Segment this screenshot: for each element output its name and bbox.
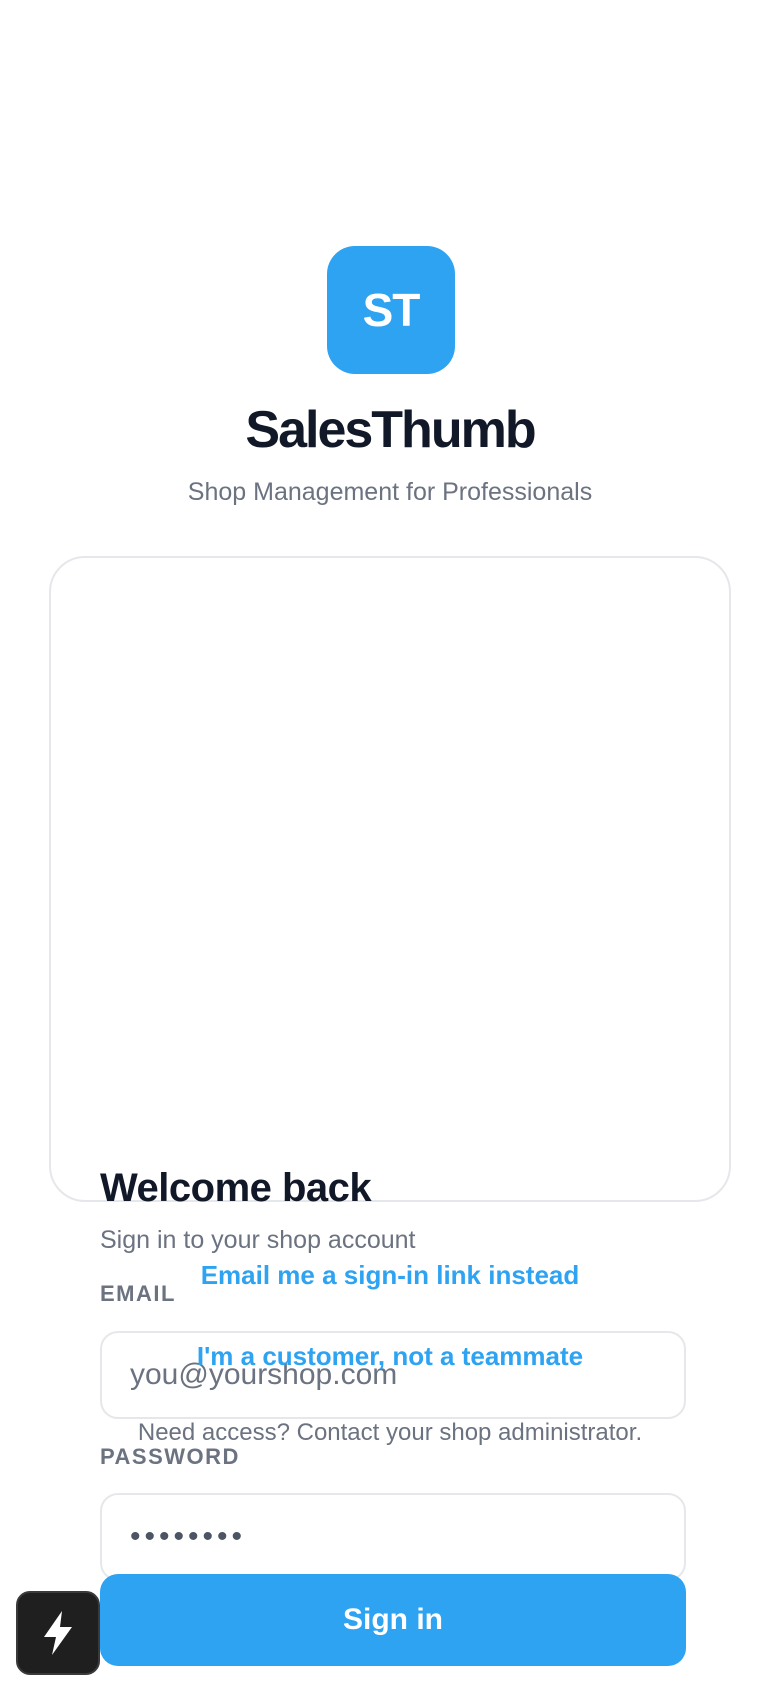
magic-link-button[interactable]: Email me a sign-in link instead (0, 1258, 780, 1292)
lightning-bolt-icon (44, 1611, 72, 1655)
card-title: Welcome back (100, 1166, 372, 1210)
signin-button[interactable]: Sign in (100, 1574, 686, 1666)
password-field[interactable] (100, 1493, 686, 1581)
dev-tools-button[interactable] (16, 1591, 100, 1675)
app-tagline: Shop Management for Professionals (187, 478, 593, 506)
help-text: Need access? Contact your shop administr… (137, 1419, 643, 1446)
app-logo: ST (327, 246, 455, 374)
signin-card: Welcome back Sign in to your shop accoun… (49, 556, 731, 1666)
app-name: SalesThumb (245, 401, 536, 459)
customer-link-button[interactable]: I'm a customer, not a teammate (0, 1339, 780, 1373)
card-subtitle: Sign in to your shop account (100, 1226, 416, 1254)
app-logo-text: ST (362, 284, 421, 336)
